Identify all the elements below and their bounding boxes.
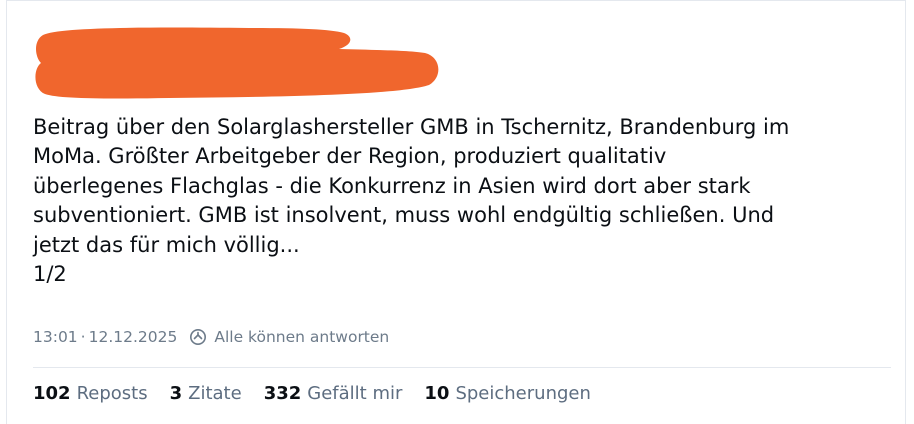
post-meta: 13:01 · 12.12.2025 Alle können antworten [33, 325, 389, 349]
reply-restriction-icon [190, 329, 207, 345]
reposts-label: Reposts [76, 383, 148, 404]
reply-setting-label: Alle können antworten [214, 328, 390, 346]
post-date[interactable]: 12.12.2025 [89, 328, 178, 346]
quotes-count: 3 [169, 383, 183, 404]
redacted-author-block [35, 27, 439, 99]
likes-count: 332 [263, 383, 302, 404]
post-card: Beitrag über den Solarglashersteller GMB… [6, 0, 906, 424]
divider [33, 367, 891, 368]
likes-label: Gefällt mir [307, 383, 403, 404]
saves-count: 10 [424, 383, 450, 404]
reply-setting[interactable]: Alle können antworten [189, 328, 389, 346]
meta-separator: · [80, 328, 86, 346]
redaction-scribble [35, 27, 439, 99]
quotes-label: Zitate [188, 383, 242, 404]
engagement-stats: 102 Reposts 3 Zitate 332 Gefällt mir 10 … [33, 383, 613, 404]
stat-reposts[interactable]: 102 Reposts [33, 383, 148, 404]
saves-label: Speicherungen [455, 383, 591, 404]
post-time[interactable]: 13:01 [33, 328, 78, 346]
reposts-count: 102 [33, 383, 71, 404]
post-text: Beitrag über den Solarglashersteller GMB… [33, 115, 790, 287]
stat-saves[interactable]: 10 Speicherungen [424, 383, 591, 404]
stat-likes[interactable]: 332 Gefällt mir [264, 383, 403, 404]
stat-quotes[interactable]: 3 Zitate [170, 383, 242, 404]
